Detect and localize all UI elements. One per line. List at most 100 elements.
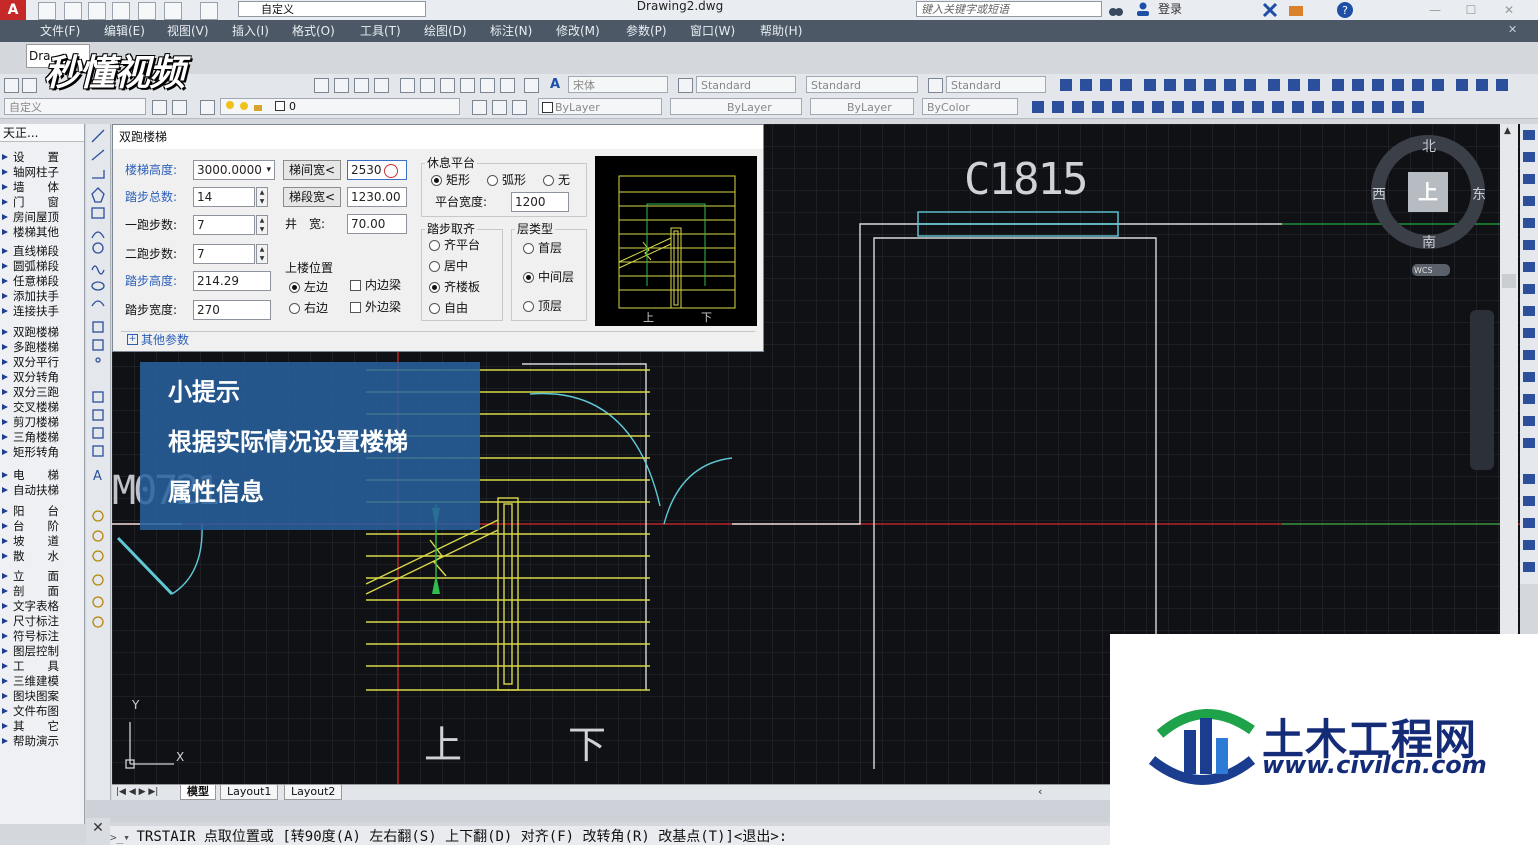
tianzheng-tools-strip-2[interactable] bbox=[1030, 99, 1440, 115]
menu-item-3d-modeling[interactable]: 三维建模 bbox=[0, 674, 84, 689]
save-icon[interactable] bbox=[88, 2, 106, 20]
color-combo[interactable]: ByLayer bbox=[538, 98, 662, 115]
expand-plus-icon[interactable]: + bbox=[127, 334, 138, 345]
zoom-previous-icon[interactable] bbox=[374, 78, 389, 93]
make-current-icon[interactable] bbox=[472, 100, 487, 115]
first-flight-spinner[interactable]: ▲ ▼ bbox=[256, 215, 268, 235]
qnew-icon[interactable] bbox=[4, 78, 19, 93]
floor-first-radio[interactable] bbox=[523, 243, 534, 254]
table-style-combo[interactable]: Standard bbox=[946, 76, 1046, 93]
new-file-icon[interactable] bbox=[38, 2, 56, 20]
align-slab-radio[interactable] bbox=[429, 282, 440, 293]
stair-height-field[interactable]: 3000.0000 ▾ bbox=[193, 160, 275, 180]
dim-style-combo[interactable]: Standard bbox=[806, 76, 918, 93]
menu-item-door-window[interactable]: 门 窗 bbox=[0, 195, 84, 210]
font-combo[interactable]: 宋体 bbox=[568, 76, 668, 93]
menu-item-split-three[interactable]: 双分三跑 bbox=[0, 385, 84, 400]
tab-model[interactable]: 模型 bbox=[180, 785, 216, 800]
close-button[interactable]: ✕ bbox=[1494, 0, 1524, 20]
menu-edit[interactable]: 编辑(E) bbox=[104, 23, 145, 39]
save-as-icon[interactable] bbox=[112, 2, 130, 20]
floor-top-radio[interactable] bbox=[523, 301, 534, 312]
tab-layout1[interactable]: Layout1 bbox=[220, 785, 279, 800]
pan-icon[interactable] bbox=[314, 78, 329, 93]
menu-item-other[interactable]: 其 它 bbox=[0, 719, 84, 734]
scroll-thumb[interactable] bbox=[1502, 274, 1516, 288]
exchange-icon[interactable] bbox=[1262, 2, 1278, 18]
menu-item-axis[interactable]: 轴网柱子 bbox=[0, 165, 84, 180]
view-cube-east[interactable]: 东 bbox=[1472, 184, 1486, 204]
tianzheng-tools-strip[interactable] bbox=[1056, 77, 1526, 93]
menu-item-stairs-other[interactable]: 楼梯其他 bbox=[0, 225, 84, 240]
inner-beam-checkbox[interactable] bbox=[350, 280, 361, 291]
help-icon[interactable]: ? bbox=[1336, 1, 1354, 19]
room-width-button[interactable]: 梯间宽< bbox=[283, 160, 341, 180]
calculator-icon[interactable] bbox=[500, 78, 515, 93]
menu-modify[interactable]: 修改(M) bbox=[556, 23, 600, 39]
plotstyle-combo[interactable]: ByColor bbox=[922, 98, 1018, 115]
design-center-icon[interactable] bbox=[420, 78, 435, 93]
chevron-down-icon[interactable]: ▾ bbox=[266, 161, 271, 179]
menu-item-escalator[interactable]: 自动扶梯 bbox=[0, 483, 84, 498]
room-width-field[interactable]: 2530 bbox=[347, 160, 407, 180]
sheet-set-icon[interactable] bbox=[460, 78, 475, 93]
view-cube-west[interactable]: 西 bbox=[1372, 184, 1386, 204]
menu-item-symbol[interactable]: 符号标注 bbox=[0, 629, 84, 644]
menu-item-multi-flight-stair[interactable]: 多跑楼梯 bbox=[0, 340, 84, 355]
menu-item-layer-control[interactable]: 图层控制 bbox=[0, 644, 84, 659]
menu-item-balcony[interactable]: 阳 台 bbox=[0, 504, 84, 519]
menu-item-triangle-stair[interactable]: 三角楼梯 bbox=[0, 430, 84, 445]
menu-item-tools[interactable]: 工 具 bbox=[0, 659, 84, 674]
landing-arc-radio[interactable] bbox=[487, 175, 498, 186]
layer-previous-icon[interactable] bbox=[492, 100, 507, 115]
maximize-button[interactable]: ☐ bbox=[1456, 0, 1486, 20]
command-close-icon[interactable]: ✕ bbox=[86, 818, 110, 845]
landing-none-radio[interactable] bbox=[543, 175, 554, 186]
menu-item-apron[interactable]: 散 水 bbox=[0, 549, 84, 564]
modify-tool-icons[interactable] bbox=[1520, 124, 1538, 584]
scroll-up-icon[interactable]: ▲ bbox=[1504, 126, 1514, 136]
landing-rect-radio[interactable] bbox=[431, 175, 442, 186]
qopen-icon[interactable] bbox=[22, 78, 37, 93]
menu-item-add-handrail[interactable]: 添加扶手 bbox=[0, 289, 84, 304]
menu-item-help-demo[interactable]: 帮助演示 bbox=[0, 734, 84, 749]
menu-close-icon[interactable]: ✕ bbox=[1508, 24, 1520, 36]
menu-item-block-hatch[interactable]: 图块图案 bbox=[0, 689, 84, 704]
print-icon[interactable] bbox=[138, 2, 156, 20]
more-params-row[interactable]: + 其他参数 bbox=[121, 331, 755, 348]
lineweight-combo[interactable]: ByLayer bbox=[810, 98, 914, 115]
properties-icon[interactable] bbox=[400, 78, 415, 93]
align-free-radio[interactable] bbox=[429, 303, 440, 314]
tab-layout2[interactable]: Layout2 bbox=[284, 785, 343, 800]
menu-item-elevation[interactable]: 立 面 bbox=[0, 569, 84, 584]
menu-item-straight-flight[interactable]: 直线梯段 bbox=[0, 244, 84, 259]
undo-icon[interactable] bbox=[164, 2, 182, 20]
autodesk-360-icon[interactable] bbox=[1288, 2, 1304, 18]
tool-palettes-icon[interactable] bbox=[440, 78, 455, 93]
second-flight-spinner[interactable]: ▲ ▼ bbox=[256, 244, 268, 264]
redo-icon[interactable] bbox=[200, 2, 218, 20]
menu-parametric[interactable]: 参数(P) bbox=[626, 23, 667, 39]
up-left-radio[interactable] bbox=[289, 282, 300, 293]
h-scroll-left-icon[interactable]: ‹ bbox=[1038, 785, 1042, 799]
help-toolbar-icon[interactable] bbox=[524, 78, 539, 93]
menu-item-settings[interactable]: 设 置 bbox=[0, 150, 84, 165]
menu-item-file-layout[interactable]: 文件布图 bbox=[0, 704, 84, 719]
floor-middle-radio[interactable] bbox=[523, 272, 534, 283]
menu-item-any-flight[interactable]: 任意梯段 bbox=[0, 274, 84, 289]
first-flight-field[interactable]: 7 bbox=[193, 215, 255, 235]
total-steps-spinner[interactable]: ▲ ▼ bbox=[256, 187, 268, 207]
markup-icon[interactable] bbox=[480, 78, 495, 93]
menu-item-text-table[interactable]: 文字表格 bbox=[0, 599, 84, 614]
view-cube-top-face[interactable]: 上 bbox=[1418, 176, 1438, 205]
view-cube-south[interactable]: 南 bbox=[1422, 232, 1436, 252]
second-flight-field[interactable]: 7 bbox=[193, 244, 255, 264]
zoom-window-icon[interactable] bbox=[354, 78, 369, 93]
open-file-icon[interactable] bbox=[64, 2, 82, 20]
menu-item-rect-corner[interactable]: 矩形转角 bbox=[0, 445, 84, 460]
menu-item-cross-stair[interactable]: 交叉楼梯 bbox=[0, 400, 84, 415]
menu-item-room-roof[interactable]: 房间屋顶 bbox=[0, 210, 84, 225]
menu-item-wall[interactable]: 墙 体 bbox=[0, 180, 84, 195]
align-center-radio[interactable] bbox=[429, 261, 440, 272]
step-width-field[interactable]: 270 bbox=[193, 300, 271, 320]
